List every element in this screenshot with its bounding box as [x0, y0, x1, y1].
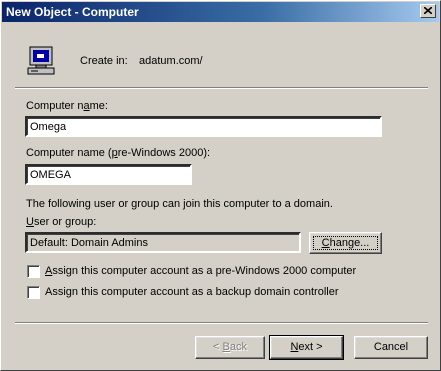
title-bar[interactable]: New Object - Computer — [2, 2, 439, 22]
user-or-group-label: User or group: — [26, 216, 97, 228]
pre2000-name-label: Computer name (pre-Windows 2000): — [26, 147, 211, 159]
pre2000-checkbox[interactable] — [27, 265, 40, 278]
create-in-label: Create in: — [80, 55, 128, 67]
computer-icon — [27, 46, 55, 75]
back-button[interactable]: < Back — [195, 336, 265, 359]
create-in-value: adatum.com/ — [139, 55, 203, 67]
join-domain-text: The following user or group can join thi… — [26, 198, 333, 210]
computer-name-input[interactable]: Omega — [25, 116, 382, 137]
close-button[interactable] — [420, 4, 436, 18]
close-icon — [424, 7, 432, 14]
cancel-button[interactable]: Cancel — [354, 336, 428, 359]
bdc-checkbox[interactable] — [27, 286, 40, 299]
pre2000-name-input[interactable]: OMEGA — [25, 164, 192, 185]
focus-rect — [313, 236, 378, 250]
new-object-computer-dialog: New Object - Computer Create in: adatum.… — [0, 0, 441, 371]
change-button[interactable]: Change... — [309, 232, 382, 254]
bdc-checkbox-label[interactable]: Assign this computer account as a backup… — [45, 286, 339, 298]
computer-name-label: Computer name: — [26, 100, 108, 112]
pre2000-checkbox-label[interactable]: Assign this computer account as a pre-Wi… — [45, 265, 356, 277]
divider — [15, 87, 428, 89]
window-title: New Object - Computer — [6, 5, 139, 19]
next-button[interactable]: Next > — [269, 335, 344, 360]
footer-divider — [15, 322, 428, 324]
user-or-group-field: Default: Domain Admins — [25, 232, 301, 253]
